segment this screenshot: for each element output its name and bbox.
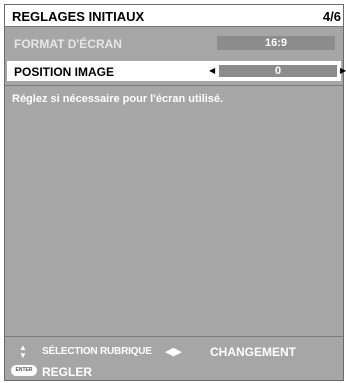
right-arrow-icon[interactable]: ▶: [340, 66, 346, 75]
position-image-value: 0: [219, 65, 337, 77]
format-ecran-label: FORMAT D'ÉCRAN: [14, 37, 122, 51]
enter-icon: ENTER: [11, 365, 37, 376]
left-arrow-icon[interactable]: ◀: [209, 66, 215, 75]
menu-window: REGLAGES INITIAUX 4/6 FORMAT D'ÉCRAN 16:…: [4, 4, 346, 381]
leftright-arrows-icon: ◀▶: [165, 346, 182, 358]
page-indicator: 4/6: [322, 9, 341, 24]
position-image-label: POSITION IMAGE: [14, 65, 115, 79]
format-ecran-row[interactable]: FORMAT D'ÉCRAN 16:9: [7, 33, 341, 53]
updown-arrows-icon: ▲ ▼: [19, 343, 27, 360]
set-label: REGLER: [42, 365, 93, 379]
position-image-row[interactable]: POSITION IMAGE ◀ 0 ▶: [7, 61, 346, 81]
hint-text: Réglez si nécessaire pour l'écran utilis…: [12, 93, 224, 105]
footer-bar: ▲ ▼ SÉLECTION RUBRIQUE ◀▶ CHANGEMENT ENTE…: [5, 337, 343, 380]
change-label: CHANGEMENT: [210, 345, 296, 359]
menu-title: REGLAGES INITIAUX: [12, 9, 145, 24]
divider: [5, 85, 343, 86]
menu-header: REGLAGES INITIAUX 4/6: [5, 5, 343, 27]
select-item-label: SÉLECTION RUBRIQUE: [42, 346, 152, 357]
format-ecran-value: 16:9: [217, 36, 335, 50]
